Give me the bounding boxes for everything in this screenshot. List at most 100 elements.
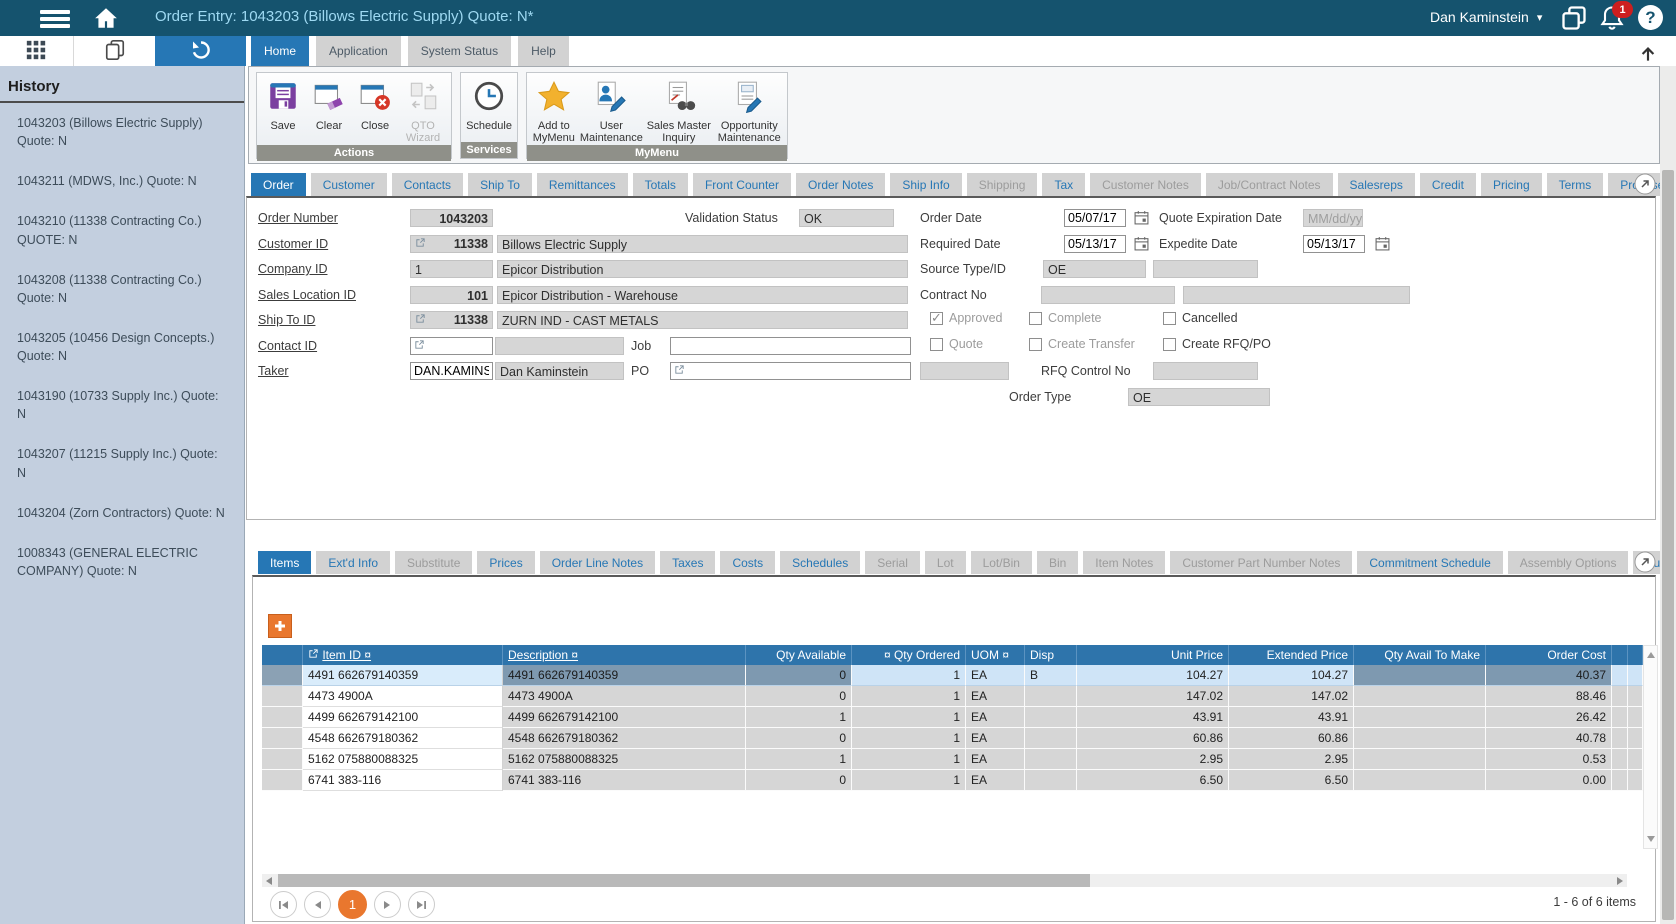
table-row[interactable]: 6741 383-116 6741 383-116 0 1 EA 6.50 6.… <box>262 770 1643 791</box>
cell-order-cost[interactable]: 0.00 <box>1486 770 1612 791</box>
sales-master-inquiry-button[interactable]: Sales Master Inquiry <box>644 76 713 145</box>
user-menu[interactable]: Dan Kaminstein ▾ <box>1430 9 1542 25</box>
cell-item-id[interactable]: 6741 383-116 <box>303 770 503 791</box>
cell-description[interactable]: 4548 662679180362 <box>503 728 746 749</box>
tab-schedules[interactable]: Schedules <box>780 551 860 574</box>
cell-description[interactable]: 4491 662679140359 <box>503 665 746 686</box>
user-maintenance-button[interactable]: User Maintenance <box>579 76 644 145</box>
tab-front-counter[interactable]: Front Counter <box>693 173 791 196</box>
pagination-prev-button[interactable] <box>304 891 331 918</box>
schedule-button[interactable]: Schedule <box>463 76 515 132</box>
create-rfq-po-checkbox[interactable]: Create RFQ/PO <box>1163 337 1271 351</box>
checkbox-icon[interactable] <box>1163 312 1176 325</box>
cell-qty-ordered[interactable]: 1 <box>852 686 966 707</box>
tab-contacts[interactable]: Contacts <box>392 173 463 196</box>
history-item[interactable]: 1043208 (11338 Contracting Co.) Quote: N <box>0 260 244 318</box>
cell-qty-ordered[interactable]: 1 <box>852 749 966 770</box>
sales-location-id-label[interactable]: Sales Location ID <box>258 288 356 302</box>
calendar-icon[interactable] <box>1134 210 1149 228</box>
cell-unit-price[interactable]: 2.95 <box>1077 749 1229 770</box>
add-line-item-button[interactable] <box>268 614 292 638</box>
cancelled-checkbox[interactable]: Cancelled <box>1163 311 1238 325</box>
history-item[interactable]: 1043190 (10733 Supply Inc.) Quote: N <box>0 376 244 434</box>
history-item[interactable]: 1043210 (11338 Contracting Co.) QUOTE: N <box>0 201 244 259</box>
cell-item-id[interactable]: 4491 662679140359 <box>303 665 503 686</box>
cell-item-id[interactable]: 4473 4900A <box>303 686 503 707</box>
opportunity-maintenance-button[interactable]: Opportunity Maintenance <box>714 76 785 145</box>
history-item[interactable]: 1043203 (Billows Electric Supply) Quote:… <box>0 103 244 161</box>
calendar-icon[interactable] <box>1134 236 1149 254</box>
cell-order-cost[interactable]: 26.42 <box>1486 707 1612 728</box>
cell-uom[interactable]: EA <box>966 770 1025 791</box>
history-item[interactable]: 1043211 (MDWS, Inc.) Quote: N <box>0 161 244 201</box>
home-icon[interactable] <box>92 5 120 34</box>
cell-disp[interactable]: B <box>1025 665 1077 686</box>
table-row[interactable]: 4491 662679140359 4491 662679140359 0 1 … <box>262 665 1643 686</box>
cell-qty-ordered[interactable]: 1 <box>852 665 966 686</box>
ribbon-tab-system-status[interactable]: System Status <box>408 36 511 66</box>
cell-disp[interactable] <box>1025 728 1077 749</box>
pagination-next-button[interactable] <box>374 891 401 918</box>
tab-remittances[interactable]: Remittances <box>537 173 628 196</box>
app-launcher-button[interactable] <box>0 36 72 66</box>
cell-item-id[interactable]: 4499 662679142100 <box>303 707 503 728</box>
required-date-field[interactable] <box>1064 235 1126 253</box>
cell-extended-price[interactable]: 147.02 <box>1229 686 1354 707</box>
tab-taxes[interactable]: Taxes <box>660 551 715 574</box>
cell-extended-price[interactable]: 60.86 <box>1229 728 1354 749</box>
cell-qty-ordered[interactable]: 1 <box>852 728 966 749</box>
clear-button[interactable]: Clear <box>306 76 352 132</box>
calendar-icon[interactable] <box>1375 236 1390 254</box>
tab-order[interactable]: Order <box>251 173 306 196</box>
expedite-date-field[interactable] <box>1303 235 1365 253</box>
cell-extended-price[interactable]: 43.91 <box>1229 707 1354 728</box>
grid-header-description[interactable]: Description ¤ <box>503 645 746 665</box>
history-item[interactable]: 1043207 (11215 Supply Inc.) Quote: N <box>0 434 244 492</box>
cell-qty-avail-to-make[interactable] <box>1354 665 1486 686</box>
cell-order-cost[interactable]: 40.78 <box>1486 728 1612 749</box>
tab-prices[interactable]: Prices <box>477 551 534 574</box>
expedite-date-input[interactable] <box>1307 237 1361 251</box>
ribbon-tab-help[interactable]: Help <box>518 36 569 66</box>
cell-uom[interactable]: EA <box>966 665 1025 686</box>
grid-header-extended-price[interactable]: Extended Price <box>1229 645 1354 665</box>
expand-items-section-icon[interactable] <box>1634 551 1656 576</box>
pagination-first-button[interactable] <box>270 891 297 918</box>
ribbon-tab-application[interactable]: Application <box>316 36 401 66</box>
order-number-label[interactable]: Order Number <box>258 211 338 225</box>
open-windows-icon[interactable] <box>1560 4 1588 35</box>
cell-qty-avail-to-make[interactable] <box>1354 707 1486 728</box>
tab-extd-info[interactable]: Ext'd Info <box>316 551 390 574</box>
scroll-right-icon[interactable] <box>1613 874 1627 887</box>
ship-to-id-label[interactable]: Ship To ID <box>258 313 315 327</box>
tab-commitment-schedule[interactable]: Commitment Schedule <box>1357 551 1502 574</box>
grid-vertical-scrollbar[interactable] <box>1643 645 1658 849</box>
collapse-ribbon-icon[interactable] <box>1638 44 1658 67</box>
scrollbar-thumb[interactable] <box>1662 170 1674 920</box>
close-button[interactable]: Close <box>352 76 398 132</box>
cell-unit-price[interactable]: 6.50 <box>1077 770 1229 791</box>
taker-field[interactable] <box>410 362 493 380</box>
row-selector-cell[interactable] <box>262 728 303 749</box>
customer-id-label[interactable]: Customer ID <box>258 237 328 251</box>
cell-extended-price[interactable]: 2.95 <box>1229 749 1354 770</box>
tab-costs[interactable]: Costs <box>720 551 775 574</box>
hamburger-menu-icon[interactable] <box>40 7 70 31</box>
tab-totals[interactable]: Totals <box>633 173 688 196</box>
tab-ship-info[interactable]: Ship Info <box>890 173 961 196</box>
required-date-input[interactable] <box>1068 237 1122 251</box>
tab-order-notes[interactable]: Order Notes <box>796 173 885 196</box>
grid-header-qty-available[interactable]: Qty Available <box>746 645 852 665</box>
table-row[interactable]: 4473 4900A 4473 4900A 0 1 EA 147.02 147.… <box>262 686 1643 707</box>
add-to-mymenu-button[interactable]: Add to MyMenu <box>529 76 579 145</box>
cell-uom[interactable]: EA <box>966 707 1025 728</box>
history-panel-button[interactable] <box>155 36 246 66</box>
cell-qty-ordered[interactable]: 1 <box>852 707 966 728</box>
contact-id-label[interactable]: Contact ID <box>258 339 317 353</box>
cell-qty-available[interactable]: 0 <box>746 665 852 686</box>
cell-uom[interactable]: EA <box>966 686 1025 707</box>
cell-description[interactable]: 5162 075880088325 <box>503 749 746 770</box>
cell-unit-price[interactable]: 60.86 <box>1077 728 1229 749</box>
tab-tax[interactable]: Tax <box>1042 173 1085 196</box>
open-tabs-button[interactable] <box>73 36 155 66</box>
